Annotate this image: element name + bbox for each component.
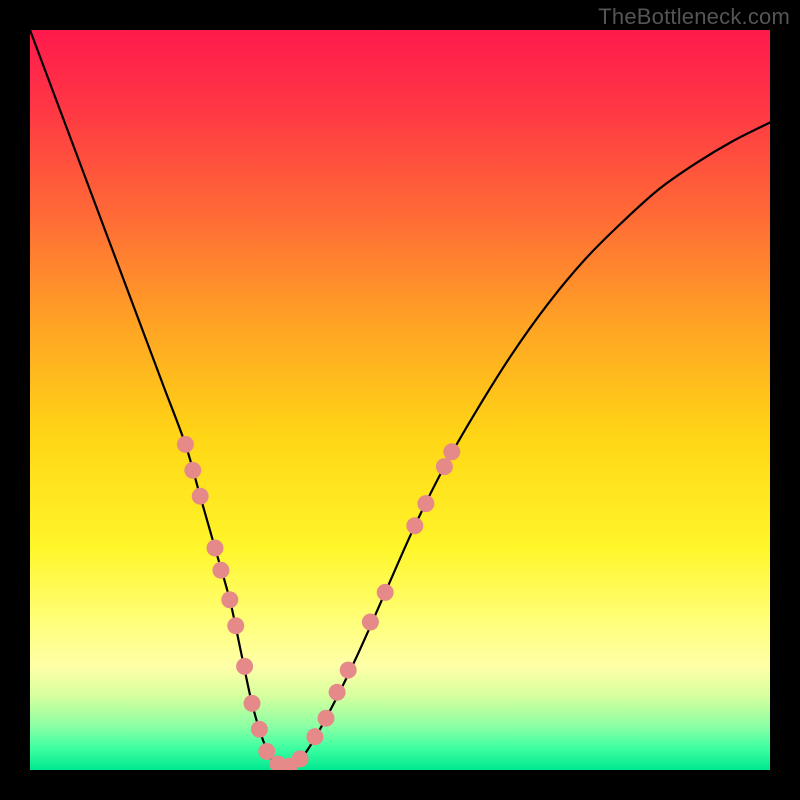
- plot-area: [30, 30, 770, 770]
- curve-marker: [292, 750, 309, 767]
- curve-marker: [236, 658, 253, 675]
- curve-marker: [306, 728, 323, 745]
- curve-marker: [212, 562, 229, 579]
- curve-marker: [340, 662, 357, 679]
- curve-marker: [184, 462, 201, 479]
- bottleneck-curve: [30, 30, 770, 767]
- curve-marker: [318, 710, 335, 727]
- curve-marker: [177, 436, 194, 453]
- curve-marker: [417, 495, 434, 512]
- curve-marker: [251, 721, 268, 738]
- curve-marker: [244, 695, 261, 712]
- watermark-text: TheBottleneck.com: [598, 4, 790, 30]
- curve-marker: [436, 458, 453, 475]
- curve-marker: [406, 517, 423, 534]
- curve-markers: [177, 436, 460, 770]
- curve-marker: [377, 584, 394, 601]
- curve-marker: [207, 540, 224, 557]
- curve-marker: [329, 684, 346, 701]
- curve-marker: [221, 591, 238, 608]
- chart-root: { "watermark": "TheBottleneck.com", "col…: [0, 0, 800, 800]
- curve-marker: [227, 617, 244, 634]
- curve-marker: [192, 488, 209, 505]
- curve-layer: [30, 30, 770, 770]
- curve-marker: [443, 443, 460, 460]
- curve-marker: [362, 614, 379, 631]
